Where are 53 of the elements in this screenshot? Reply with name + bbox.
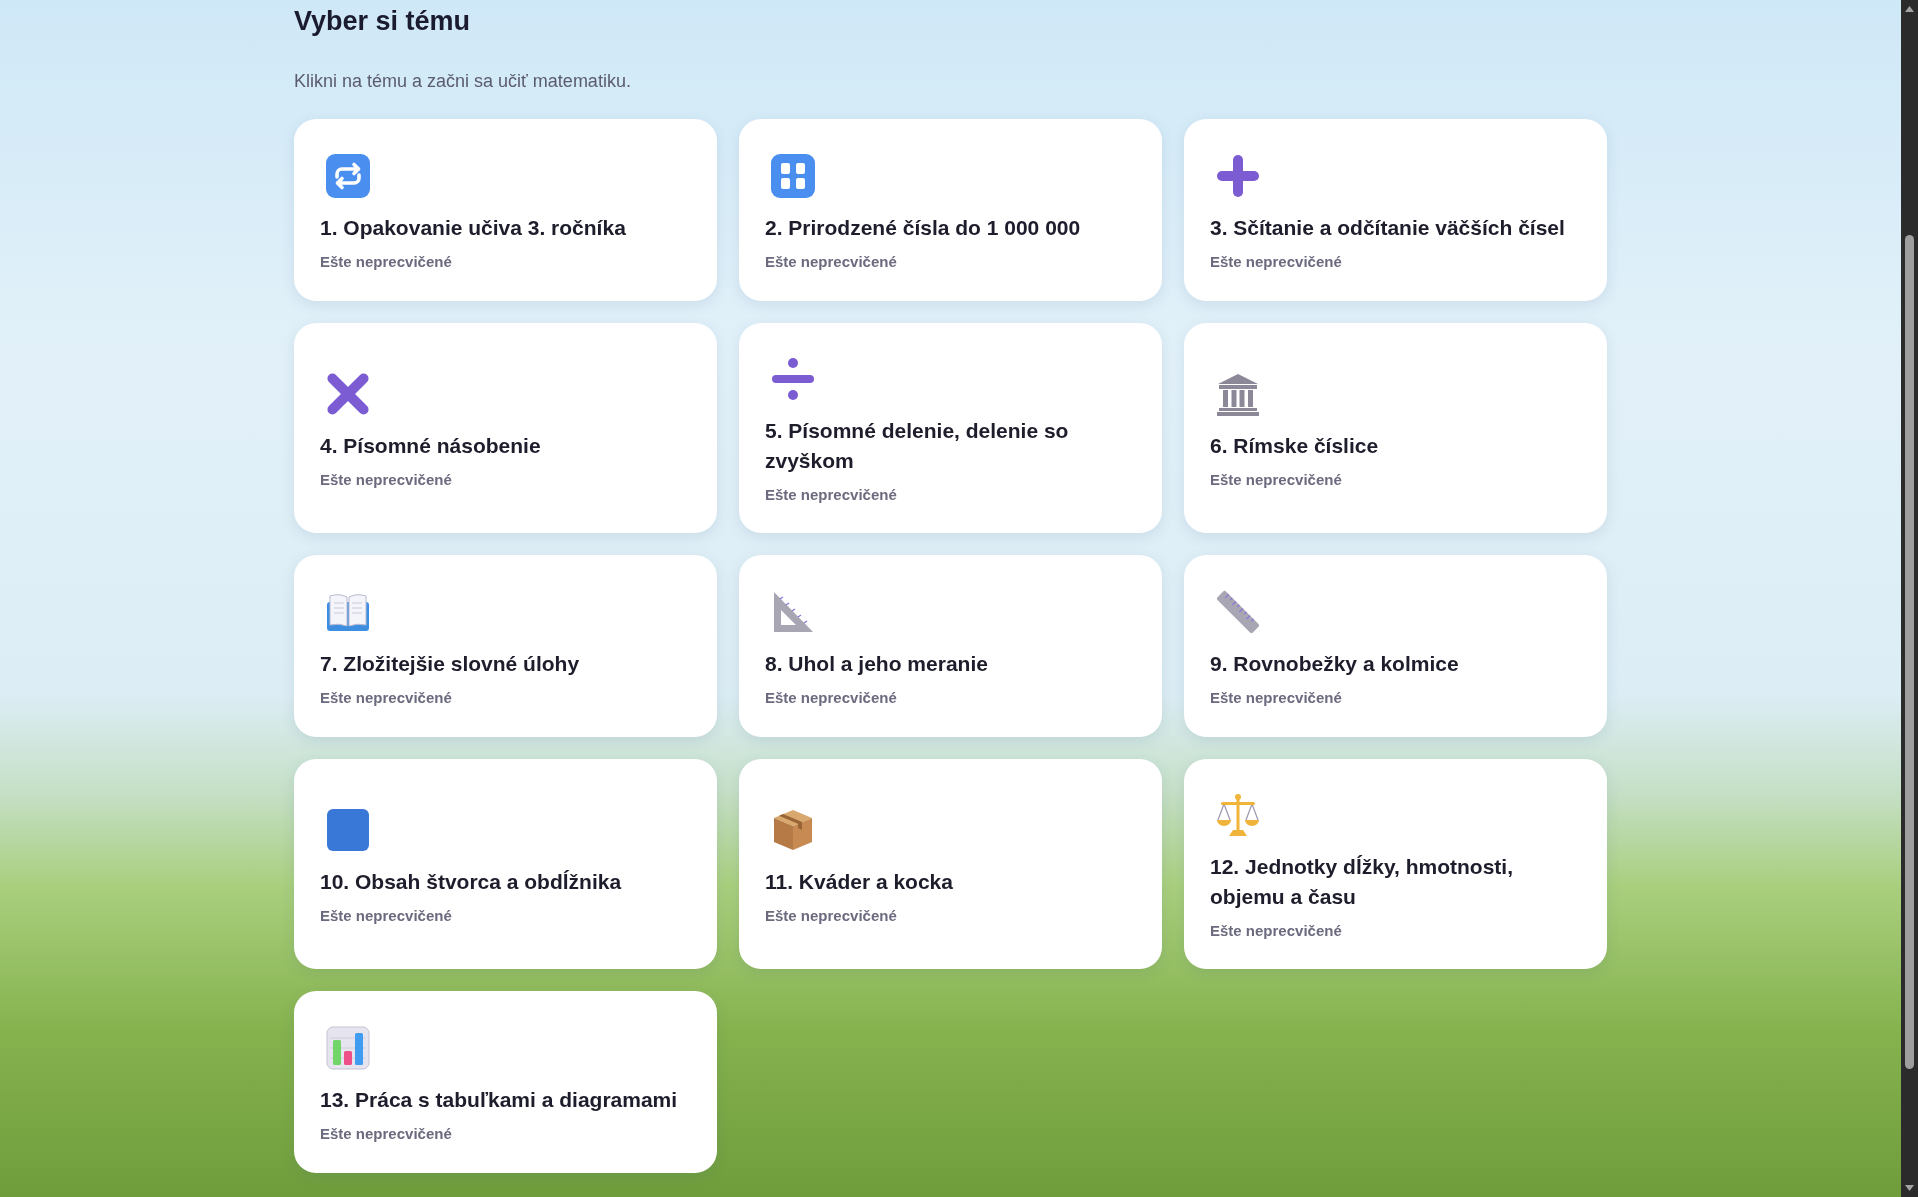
- topic-title: 5. Písomné delenie, delenie so zvyškom: [765, 418, 1070, 474]
- topic-card[interactable]: 2. Prirodzené čísla do 1 000 000 Ešte neprecvičené: [739, 119, 1162, 301]
- scroll-up-icon[interactable]: [1905, 6, 1914, 12]
- repeat-icon: [326, 154, 370, 198]
- progress-status: Ešte neprecvičené: [1210, 252, 1342, 272]
- topic-title: 10. Obsah štvorca a obdĺžnika: [320, 869, 622, 895]
- scrollbar-thumb[interactable]: [1905, 235, 1914, 1069]
- topic-title: 6. Rímske číslice: [1210, 433, 1379, 459]
- scroll-down-icon[interactable]: [1905, 1185, 1914, 1191]
- progress-status: Ešte neprecvičené: [320, 688, 452, 708]
- progress-status: Ešte neprecvičené: [320, 252, 452, 272]
- topic-card[interactable]: 5. Písomné delenie, delenie so zvyškom Ešte neprecvičené: [739, 323, 1162, 533]
- topic-card[interactable]: 9. Rovnobežky a kolmice Ešte neprecvičené: [1184, 555, 1607, 737]
- topic-card[interactable]: 7. Zložitejšie slovné úlohy Ešte neprecvičené: [294, 555, 717, 737]
- topic-title: 8. Uhol a jeho meranie: [765, 651, 988, 677]
- topic-card[interactable]: 10. Obsah štvorca a obdĺžnika Ešte neprecvičené: [294, 759, 717, 969]
- topic-card[interactable]: 1. Opakovanie učiva 3. ročníka Ešte neprecvičené: [294, 119, 717, 301]
- topic-card[interactable]: 6. Rímske číslice Ešte neprecvičené: [1184, 323, 1607, 533]
- topic-card[interactable]: 12. Jednotky dĺžky, hmotnosti, objemu a času Ešte neprecvičené: [1184, 759, 1607, 969]
- topic-title: 3. Sčítanie a odčítanie väčších čísel: [1210, 215, 1565, 241]
- plus-icon: [1216, 154, 1260, 198]
- topic-card[interactable]: 4. Písomné násobenie Ešte neprecvičené: [294, 323, 717, 533]
- topic-card[interactable]: 13. Práca s tabuľkami a diagramami Ešte neprecvičené: [294, 991, 717, 1173]
- progress-status: Ešte neprecvičené: [765, 906, 897, 926]
- page-title: Vyber si tému: [294, 5, 472, 37]
- progress-status: Ešte neprecvičené: [765, 485, 897, 505]
- package-icon: [771, 808, 815, 852]
- progress-status: Ešte neprecvičené: [765, 252, 897, 272]
- square-icon: [326, 808, 370, 852]
- topic-card[interactable]: 11. Kváder a kocka Ešte neprecvičené: [739, 759, 1162, 969]
- topic-title: 9. Rovnobežky a kolmice: [1210, 651, 1459, 677]
- keypad-icon: [771, 154, 815, 198]
- progress-status: Ešte neprecvičené: [320, 906, 452, 926]
- topic-title: 1. Opakovanie učiva 3. ročníka: [320, 215, 626, 241]
- topic-title: 2. Prirodzené čísla do 1 000 000: [765, 215, 1081, 241]
- progress-status: Ešte neprecvičené: [1210, 921, 1342, 941]
- progress-status: Ešte neprecvičené: [1210, 688, 1342, 708]
- balance-scale-icon: [1216, 793, 1260, 837]
- topic-title: 13. Práca s tabuľkami a diagramami: [320, 1087, 678, 1113]
- progress-status: Ešte neprecvičené: [320, 1124, 452, 1144]
- bar-chart-icon: [326, 1026, 370, 1070]
- topic-title: 7. Zložitejšie slovné úlohy: [320, 651, 580, 677]
- topic-title: 11. Kváder a kocka: [765, 869, 953, 895]
- page-subtitle: Klikni na tému a začni sa učiť matematiku.: [294, 70, 631, 93]
- topic-card[interactable]: 3. Sčítanie a odčítanie väčších čísel Ešte neprecvičené: [1184, 119, 1607, 301]
- topic-card[interactable]: 8. Uhol a jeho meranie Ešte neprecvičené: [739, 555, 1162, 737]
- progress-status: Ešte neprecvičené: [1210, 470, 1342, 490]
- progress-status: Ešte neprecvičené: [765, 688, 897, 708]
- divide-icon: [771, 357, 815, 401]
- topic-title: 4. Písomné násobenie: [320, 433, 541, 459]
- topic-title: 12. Jednotky dĺžky, hmotnosti, objemu a času: [1210, 854, 1514, 910]
- progress-status: Ešte neprecvičené: [320, 470, 452, 490]
- columns-building-icon: [1216, 372, 1260, 416]
